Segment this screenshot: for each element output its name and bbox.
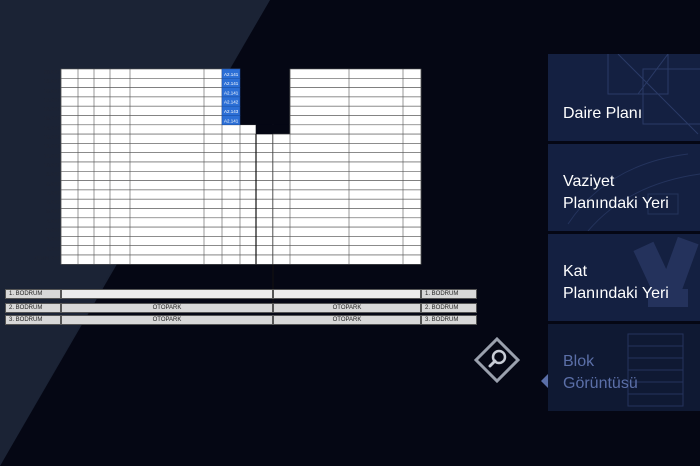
zoom-button[interactable] (473, 336, 521, 384)
floor-row[interactable] (272, 180, 422, 191)
floor-row[interactable] (272, 245, 422, 256)
floor-row[interactable] (60, 124, 257, 135)
floor-row[interactable] (60, 180, 274, 191)
parking-area-left[interactable]: OTOPARK (61, 315, 273, 325)
floor-row[interactable] (272, 236, 422, 246)
menu-item-daire-plani[interactable]: Daire Planı (548, 54, 700, 141)
menu-item-blok-goruntusu[interactable]: Blok Görüntüsü (548, 324, 700, 411)
floor-row[interactable] (60, 143, 274, 153)
floor-row[interactable] (60, 68, 241, 79)
menu-item-vaziyet-plani[interactable]: Vaziyet Planındaki Yeri (548, 144, 700, 231)
left-tower (60, 68, 290, 305)
triangle-left-icon (541, 374, 548, 388)
floor-row[interactable] (60, 133, 274, 144)
floor-row[interactable] (60, 78, 241, 88)
floor-row[interactable] (289, 78, 422, 88)
magnifier-icon (473, 336, 521, 384)
floor-row[interactable] (272, 198, 422, 209)
right-tower (272, 68, 422, 265)
floor-row[interactable] (60, 105, 241, 116)
side-menu: Daire Planı Vaziyet Planındaki Yeri Kat … (548, 54, 700, 414)
unit-label: A2.141 (224, 81, 239, 86)
menu-item-label: Daire Planı (563, 105, 643, 122)
unit-label: A2.143 (224, 109, 239, 114)
floor-row[interactable] (272, 152, 422, 163)
floor-row[interactable] (272, 133, 422, 144)
floor-row[interactable] (289, 68, 422, 79)
floor-row[interactable] (289, 124, 422, 135)
basement-block-left (61, 289, 273, 299)
basement-block-right (273, 289, 421, 299)
floor-row[interactable] (272, 226, 422, 237)
floor-row[interactable] (272, 189, 422, 200)
highlighted-units: A2.141 A2.141 A2.141 A2.142 A2.143 A2.141 (221, 68, 241, 126)
floorplan-pattern (607, 54, 700, 135)
basement-label-right: 3. BODRUM (421, 315, 477, 325)
parking-area-right[interactable]: OTOPARK (273, 315, 421, 325)
floor-row[interactable] (272, 254, 422, 265)
parking-area-left[interactable]: OTOPARK (61, 303, 273, 313)
menu-item-label: Blok Görüntüsü (563, 353, 638, 392)
menu-item-kat-plani[interactable]: Kat Planındaki Yeri (548, 234, 700, 321)
floor-row[interactable] (272, 143, 422, 153)
floor-row[interactable] (272, 208, 422, 219)
floor-row[interactable] (60, 254, 274, 265)
floor-row[interactable] (60, 198, 274, 209)
floor-row[interactable] (272, 217, 422, 228)
floor-row[interactable] (60, 87, 241, 98)
floor-row[interactable] (60, 171, 274, 181)
floor-row[interactable] (60, 217, 274, 228)
floor-row[interactable] (60, 236, 274, 246)
floor-row[interactable] (272, 161, 422, 172)
floor-row[interactable] (289, 87, 422, 98)
floor-row[interactable] (60, 208, 274, 219)
parking-area-right[interactable]: OTOPARK (273, 303, 421, 313)
floor-row[interactable] (60, 152, 274, 163)
floor-row[interactable] (60, 189, 274, 200)
unit-label: A2.141 (224, 90, 239, 95)
floor-row[interactable] (289, 105, 422, 116)
basement-label-left: 2. BODRUM (5, 303, 61, 313)
basement-label-right: 2. BODRUM (421, 303, 477, 313)
floor-row[interactable] (60, 226, 274, 237)
menu-item-label: Vaziyet Planındaki Yeri (563, 173, 669, 212)
floor-row[interactable] (289, 96, 422, 107)
basement-label-left: 1. BODRUM (5, 289, 61, 299)
floor-row[interactable] (60, 96, 241, 107)
unit-label: A2.142 (224, 100, 239, 105)
floor-row[interactable] (60, 245, 274, 256)
basement-label-right: 1. BODRUM (421, 289, 477, 299)
floor-row[interactable] (60, 161, 274, 172)
floor-row[interactable] (289, 115, 422, 126)
menu-item-label: Kat Planındaki Yeri (563, 263, 669, 302)
floor-row[interactable] (272, 171, 422, 181)
unit-label: A2.141 (224, 72, 239, 77)
unit-label: A2.141 (224, 118, 239, 123)
floor-row[interactable] (60, 115, 241, 126)
basement-label-left: 3. BODRUM (5, 315, 61, 325)
